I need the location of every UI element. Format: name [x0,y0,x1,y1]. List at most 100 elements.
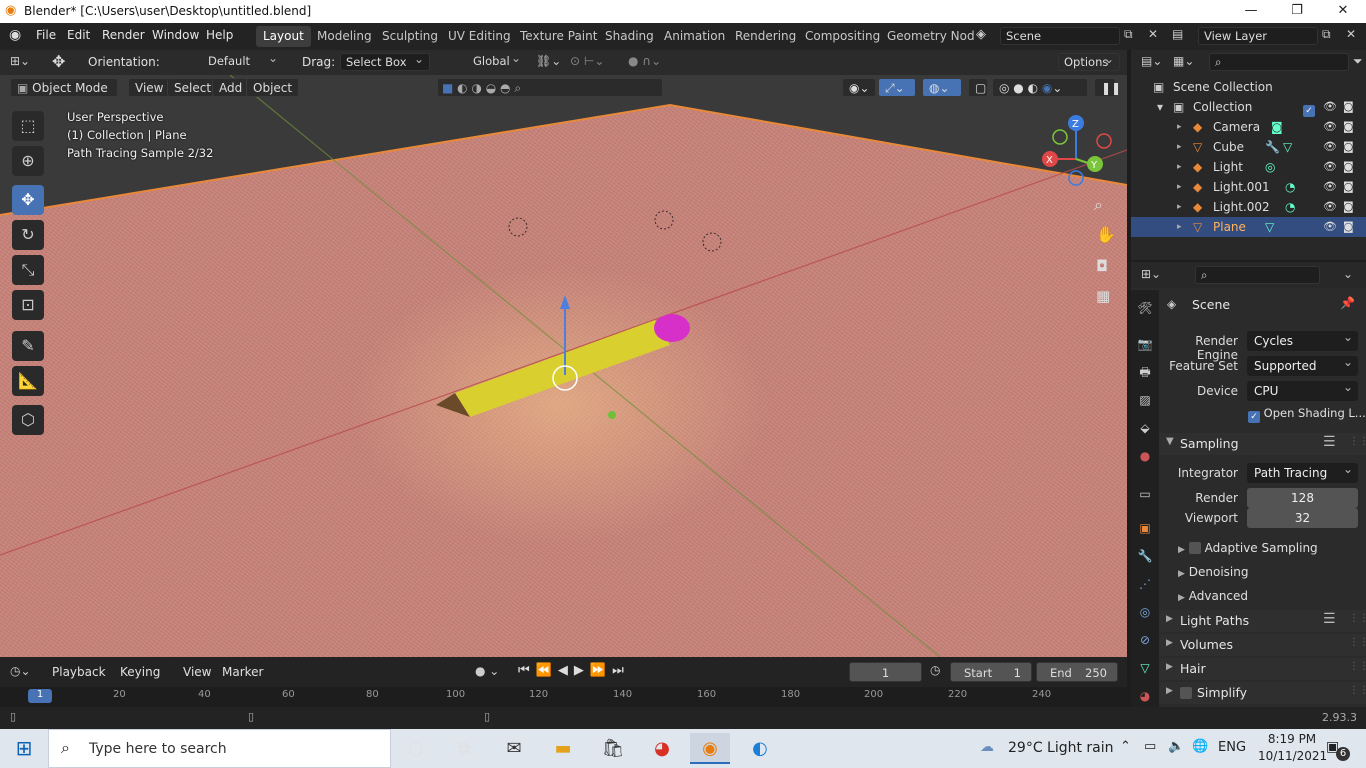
move-tool-button[interactable]: ✥ [12,185,44,215]
outliner-search-input[interactable]: ⌕ [1209,53,1349,71]
expand-arrow-icon[interactable]: ▸ [1177,117,1182,137]
tab-layout[interactable]: Layout [256,26,311,47]
drag-handle-icon[interactable]: ⋮⋮ [1349,637,1366,648]
simplify-checkbox[interactable] [1180,686,1192,700]
eye-icon[interactable]: 👁 [1323,97,1337,117]
timeline-menu-view[interactable]: View [183,665,211,679]
outliner-item-light[interactable]: ▸ ◆ Light ◎ 👁 ◙ [1131,157,1366,177]
menu-render[interactable]: Render [102,28,145,42]
viewport-menu-view[interactable]: View [128,78,171,97]
expand-arrow-icon[interactable]: ▸ [1177,217,1182,237]
device-dropdown[interactable]: CPU [1247,377,1358,401]
output-tab-icon[interactable]: 🖶 [1136,363,1154,381]
rotate-tool-button[interactable]: ↻ [12,220,44,250]
viewport-samples-field[interactable]: 32 [1247,508,1358,528]
tab-geometry-nodes[interactable]: Geometry Nod [880,26,982,47]
render-engine-dropdown[interactable]: Cycles [1247,327,1358,351]
gizmo-toggle[interactable]: ⤢⌄ [878,78,916,97]
properties-options-icon[interactable]: ⌄ [1343,267,1353,281]
camera-render-icon[interactable]: ◙ [1343,137,1354,157]
file-explorer-icon[interactable]: ▬ [543,733,583,764]
menu-window[interactable]: Window [152,28,199,42]
collection-checkbox[interactable]: ✓ [1303,97,1315,117]
adaptive-sampling-subpanel[interactable]: ▶ Adaptive Sampling [1178,541,1318,555]
language-indicator[interactable]: ENG [1218,740,1246,755]
properties-search-input[interactable]: ⌕ [1195,266,1320,284]
proportional-edit-icon[interactable]: ● ∩⌄ [628,54,661,68]
transform-orientation-dropdown[interactable]: Global [450,50,526,71]
expand-arrow-icon[interactable]: ▾ [1157,97,1163,117]
drag-handle-icon[interactable]: ⋮⋮ [1349,436,1366,447]
select-mode-icon[interactable]: ■ [442,81,453,95]
display-mode-icon[interactable]: ▦⌄ [1173,54,1194,68]
outliner-item-light-001[interactable]: ▸ ◆ Light.001 ◔ 👁 ◙ [1131,177,1366,197]
particles-tab-icon[interactable]: ⋰ [1136,575,1154,593]
world-tab-icon[interactable]: ● [1136,447,1154,465]
drag-handle-icon[interactable]: ⋮⋮ [1349,613,1366,624]
options-dropdown[interactable]: Options [1058,51,1120,71]
eye-icon[interactable]: 👁 [1323,217,1337,237]
data-tab-icon[interactable]: ▽ [1136,659,1154,677]
outliner-scene-collection[interactable]: ▣ Scene Collection [1131,77,1366,97]
tab-uv-editing[interactable]: UV Editing [441,26,518,47]
simplify-panel-header[interactable]: ▶ Simplify ⋮⋮ [1159,682,1366,704]
close-button[interactable]: ✕ [1320,0,1366,23]
denoising-subpanel[interactable]: ▶ Denoising [1178,565,1248,579]
navigation-gizmo[interactable]: Z X Y [1040,115,1120,195]
outliner-item-plane[interactable]: ▸ ▽ Plane ▽ 👁 ◙ [1131,217,1366,237]
advanced-subpanel[interactable]: ▶ Advanced [1178,589,1248,603]
store-icon[interactable]: 🛍 [593,733,633,764]
new-scene-icon[interactable]: ⧉ [1124,27,1133,42]
transform-gizmo-z-arrow[interactable] [560,295,570,309]
timeline-ruler[interactable]: 1 20 40 60 80 100 120 140 160 180 200 22… [0,687,1127,707]
outliner-editor-type-icon[interactable]: ▤⌄ [1141,54,1162,68]
adaptive-sampling-checkbox[interactable] [1188,542,1201,554]
expand-arrow-icon[interactable]: ▸ [1177,137,1182,157]
scene-tab-icon[interactable]: ⬙ [1136,419,1154,437]
select-extend-icon[interactable]: ◐ ◑ ◒ ◓ [457,81,510,95]
hair-panel-header[interactable]: ▶ Hair ⋮⋮ [1159,658,1366,680]
drag-handle-icon[interactable]: ⋮⋮ [1349,685,1366,696]
integrator-dropdown[interactable]: Path Tracing [1247,459,1358,483]
light-gizmo-1[interactable] [508,217,528,237]
tool-tab-icon[interactable]: 🛠 [1136,299,1154,317]
outliner-item-cube[interactable]: ▸ ▽ Cube 🔧 ▽ 👁 ◙ [1131,137,1366,157]
view-layer-icon[interactable]: ▤ [1172,27,1183,41]
object-mode-dropdown[interactable]: ▣ Object Mode [10,78,118,97]
viewport-menu-select[interactable]: Select [167,78,219,97]
blender-taskbar-icon[interactable]: ◉ [690,733,730,764]
view-layer-selector[interactable]: View Layer [1198,27,1318,45]
camera-render-icon[interactable]: ◙ [1343,117,1354,137]
drag-handle-icon[interactable]: ⋮⋮ [1349,661,1366,672]
light-paths-panel-header[interactable]: ▶ Light Paths ☰ ⋮⋮ [1159,610,1366,632]
zoom-icon[interactable]: ⌕ [1094,195,1103,215]
cursor-tool-button[interactable]: ⊕ [12,146,44,176]
camera-render-icon[interactable]: ◙ [1343,217,1354,237]
eye-icon[interactable]: 👁 [1323,157,1337,177]
viewport-menu-object[interactable]: Object [246,78,300,97]
drag-dropdown[interactable]: Select Box [340,51,430,71]
battery-icon[interactable]: ▭ [1144,739,1156,754]
mail-icon[interactable]: ✉ [494,733,534,764]
transform-tool-button[interactable]: ⊡ [12,290,44,320]
material-tab-icon[interactable]: ◕ [1136,687,1154,705]
expand-arrow-icon[interactable]: ▸ [1177,177,1182,197]
physics-tab-icon[interactable]: ◎ [1136,603,1154,621]
playhead[interactable]: 1 [28,689,52,703]
volumes-panel-header[interactable]: ▶ Volumes ⋮⋮ [1159,634,1366,656]
tab-shading[interactable]: Shading [598,26,661,47]
network-icon[interactable]: 🌐 [1192,739,1208,754]
snap-icon[interactable]: ⊙ ⊢⌄ [570,54,604,68]
move-tool-icon[interactable]: ✥ [52,52,65,71]
editor-type-icon[interactable]: ⊞⌄ [10,54,30,68]
tab-modeling[interactable]: Modeling [310,26,379,47]
new-view-layer-icon[interactable]: ⧉ [1322,27,1331,42]
end-frame-field[interactable]: End 250 [1036,662,1118,682]
orientation-dropdown[interactable]: Default [183,50,283,71]
add-cube-tool-button[interactable]: ⬡ [12,405,44,435]
pause-render-button[interactable]: ❚❚ [1094,78,1121,97]
eye-icon[interactable]: 👁 [1323,137,1337,157]
outliner-item-camera[interactable]: ▸ ◆ Camera ◙ 👁 ◙ [1131,117,1366,137]
render-samples-field[interactable]: 128 [1247,488,1358,508]
osl-checkbox[interactable]: ✓ Open Shading L... [1248,406,1366,423]
